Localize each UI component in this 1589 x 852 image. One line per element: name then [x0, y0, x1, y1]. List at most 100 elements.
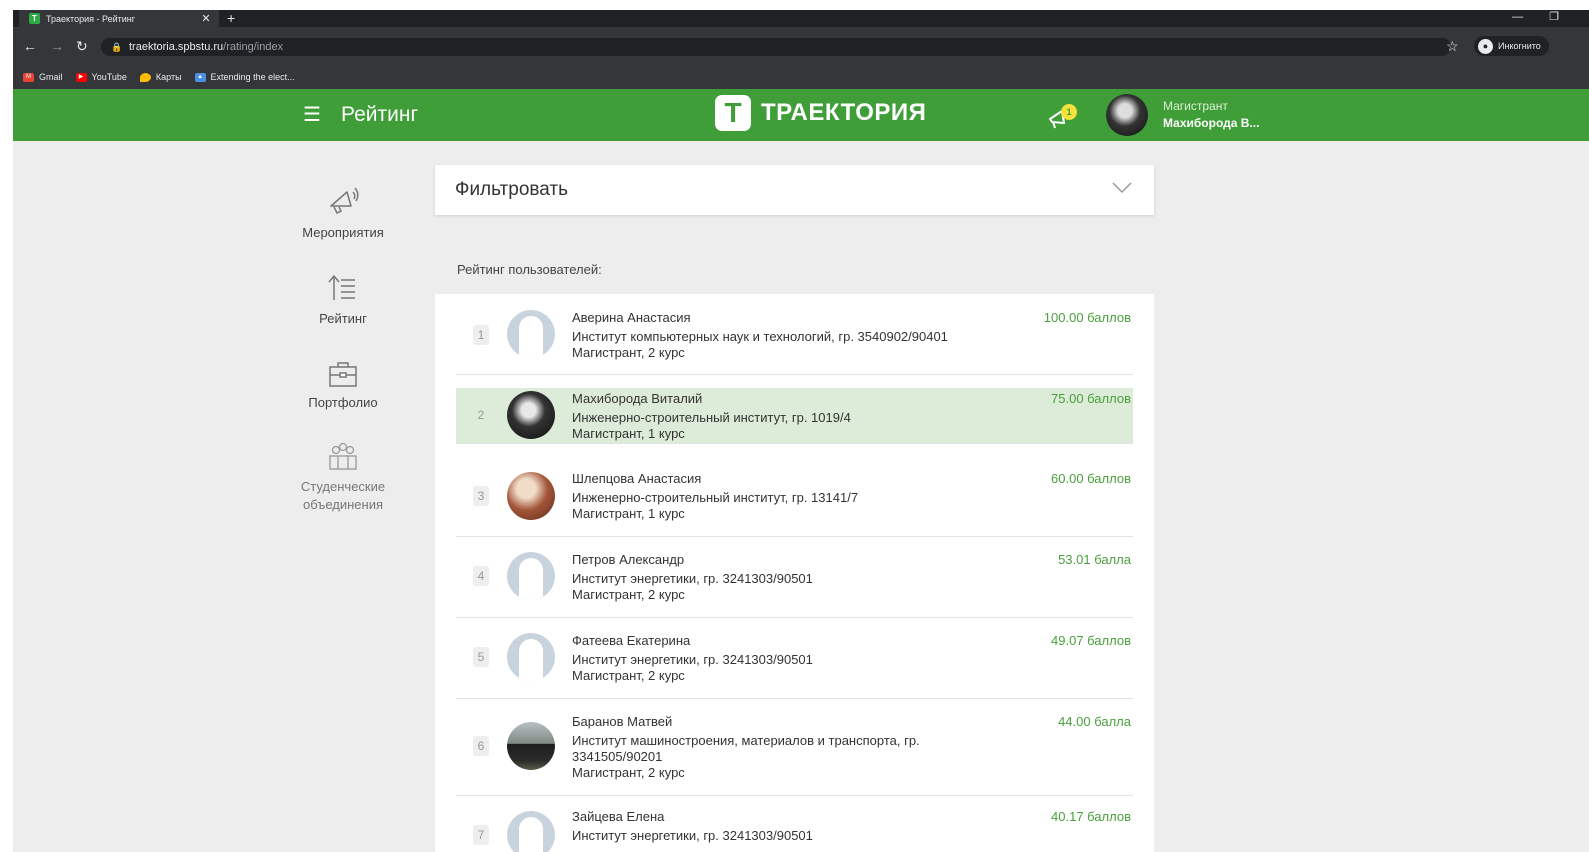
score-value: 49.07 баллов	[1051, 633, 1131, 648]
app-header: ☰ Рейтинг T ТРАЕКТОРИЯ 1 Магистрант Махи…	[13, 89, 1589, 141]
avatar[interactable]	[507, 310, 555, 358]
forward-icon[interactable]: →	[50, 37, 64, 55]
rank-number: 5	[473, 647, 489, 667]
tab-close-icon[interactable]: ✕	[199, 12, 213, 25]
sidebar-item-label: Мероприятия	[302, 225, 384, 240]
site-favicon-icon: T	[29, 13, 40, 24]
avatar[interactable]	[507, 391, 555, 439]
score-value: 44.00 балла	[1058, 714, 1131, 729]
chevron-down-icon[interactable]	[1112, 182, 1132, 194]
user-avatar[interactable]	[1106, 94, 1148, 136]
score-value: 100.00 баллов	[1043, 310, 1131, 325]
url-host: traektoria.spbstu.ru	[129, 41, 224, 53]
rank-number: 7	[473, 825, 489, 845]
user-name[interactable]: Махиборода В...	[1163, 116, 1259, 130]
rating-row-current-user[interactable]: 2 Махиборода Виталий Инженерно-строитель…	[456, 388, 1133, 444]
bookmark-label: YouTube	[91, 72, 127, 82]
hamburger-menu-icon[interactable]: ☰	[303, 105, 321, 125]
briefcase-icon	[329, 362, 357, 387]
incognito-badge[interactable]: ● Инкогнито	[1474, 36, 1549, 56]
rating-list: 1 Аверина Анастасия Институт компьютерны…	[435, 294, 1154, 852]
user-level: Магистрант, 1 курс	[572, 426, 685, 441]
user-full-name[interactable]: Петров Александр	[572, 552, 684, 568]
bookmark-extending[interactable]: ▲ Extending the elect...	[194, 72, 295, 82]
site-logo[interactable]: T ТРАЕКТОРИЯ	[715, 93, 926, 133]
user-full-name[interactable]: Фатеева Екатерина	[572, 633, 690, 649]
reload-icon[interactable]: ↻	[76, 37, 88, 55]
gmail-icon: M	[23, 72, 34, 82]
incognito-label: Инкогнито	[1498, 41, 1541, 51]
filter-panel[interactable]: Фильтровать	[435, 165, 1154, 215]
bookmarks-bar: M Gmail ▶ YouTube Карты ▲ Extending the ele…	[13, 65, 1589, 89]
bookmark-youtube[interactable]: ▶ YouTube	[75, 72, 127, 82]
megaphone-icon	[330, 187, 359, 215]
user-role: Магистрант	[1163, 99, 1228, 113]
restore-icon[interactable]: ❐	[1549, 10, 1559, 27]
user-institute: Институт энергетики, гр. 3241303/90501	[572, 828, 813, 843]
window-controls: — ❐	[1512, 10, 1559, 27]
address-bar[interactable]: 🔒 traektoria.spbstu.ru/rating/index	[101, 38, 1451, 56]
sidebar-item-events[interactable]: Мероприятия	[283, 180, 403, 242]
url-text: traektoria.spbstu.ru/rating/index	[129, 38, 283, 56]
bookmark-label: Extending the elect...	[210, 72, 295, 82]
user-level: Магистрант, 2 курс	[572, 587, 685, 602]
minimize-icon[interactable]: —	[1512, 10, 1523, 27]
score-value: 40.17 баллов	[1051, 809, 1131, 824]
people-group-icon	[329, 442, 357, 470]
bookmark-label: Карты	[155, 72, 182, 82]
rating-row[interactable]: 1 Аверина Анастасия Институт компьютерны…	[456, 294, 1133, 375]
avatar[interactable]	[507, 472, 555, 520]
bookmark-gmail[interactable]: M Gmail	[23, 72, 63, 82]
rating-section-label: Рейтинг пользователей:	[457, 262, 602, 277]
url-path: /rating/index	[223, 41, 284, 53]
rating-row[interactable]: 4 Петров Александр Институт энергетики, …	[456, 537, 1133, 618]
score-value: 53.01 балла	[1058, 552, 1131, 567]
rating-list-icon	[328, 274, 355, 300]
sidebar-item-label: Рейтинг	[319, 311, 367, 326]
user-full-name[interactable]: Аверина Анастасия	[572, 310, 691, 326]
score-value: 75.00 баллов	[1051, 391, 1131, 406]
browser-tab[interactable]: T Траектория - Рейтинг ✕	[19, 10, 219, 27]
rating-row[interactable]: 7 Зайцева Елена Институт энергетики, гр.…	[456, 796, 1133, 852]
tab-title: Траектория - Рейтинг	[46, 13, 136, 24]
lock-icon: 🔒	[111, 42, 123, 52]
user-institute: Инженерно-строительный институт, гр. 131…	[572, 490, 859, 505]
rating-row[interactable]: 6 Баранов Матвей Институт машиностроения…	[456, 699, 1133, 796]
new-tab-button[interactable]: +	[227, 10, 235, 27]
filter-title: Фильтровать	[455, 179, 569, 200]
rank-number: 6	[473, 736, 489, 756]
user-institute: Институт энергетики, гр. 3241303/90501	[572, 652, 813, 667]
rating-row[interactable]: 5 Фатеева Екатерина Институт энергетики,…	[456, 618, 1133, 699]
sidebar-item-label: Портфолио	[308, 395, 378, 410]
browser-toolbar: ← → ↻ 🔒 traektoria.spbstu.ru/rating/inde…	[13, 27, 1589, 65]
back-icon[interactable]: ←	[23, 37, 37, 55]
bookmark-maps[interactable]: Карты	[139, 72, 182, 82]
user-full-name[interactable]: Зайцева Елена	[572, 809, 664, 825]
user-level: Магистрант, 2 курс	[572, 345, 685, 360]
user-full-name[interactable]: Баранов Матвей	[572, 714, 672, 730]
avatar[interactable]	[507, 552, 555, 600]
sidebar-item-student-unions[interactable]: Студенческие объединения	[283, 442, 403, 514]
rating-row[interactable]: 3 Шлепцова Анастасия Инженерно-строитель…	[456, 456, 1133, 537]
score-value: 60.00 баллов	[1051, 471, 1131, 486]
notifications-button[interactable]: 1	[1045, 101, 1079, 129]
user-institute: Институт энергетики, гр. 3241303/90501	[572, 571, 813, 586]
avatar[interactable]	[507, 722, 555, 770]
avatar[interactable]	[507, 811, 555, 852]
user-institute: Институт компьютерных наук и технологий,…	[572, 329, 948, 344]
maps-icon	[139, 72, 151, 82]
youtube-icon: ▶	[75, 72, 87, 82]
rank-number: 1	[473, 325, 489, 345]
logo-text: ТРАЕКТОРИЯ	[761, 99, 927, 126]
user-level: Магистрант, 2 курс	[572, 765, 685, 780]
sidebar-item-rating[interactable]: Рейтинг	[283, 272, 403, 328]
sidebar-item-portfolio[interactable]: Портфолио	[283, 358, 403, 412]
user-level: Магистрант, 2 курс	[572, 668, 685, 683]
user-full-name[interactable]: Махиборода Виталий	[572, 391, 702, 407]
user-full-name[interactable]: Шлепцова Анастасия	[572, 471, 701, 487]
page-title: Рейтинг	[341, 103, 419, 126]
avatar[interactable]	[507, 633, 555, 681]
sidebar-item-label: Студенческие объединения	[300, 479, 386, 512]
tab-strip: T Траектория - Рейтинг ✕ + — ❐	[13, 10, 1589, 27]
bookmark-star-icon[interactable]: ☆	[1446, 37, 1459, 55]
